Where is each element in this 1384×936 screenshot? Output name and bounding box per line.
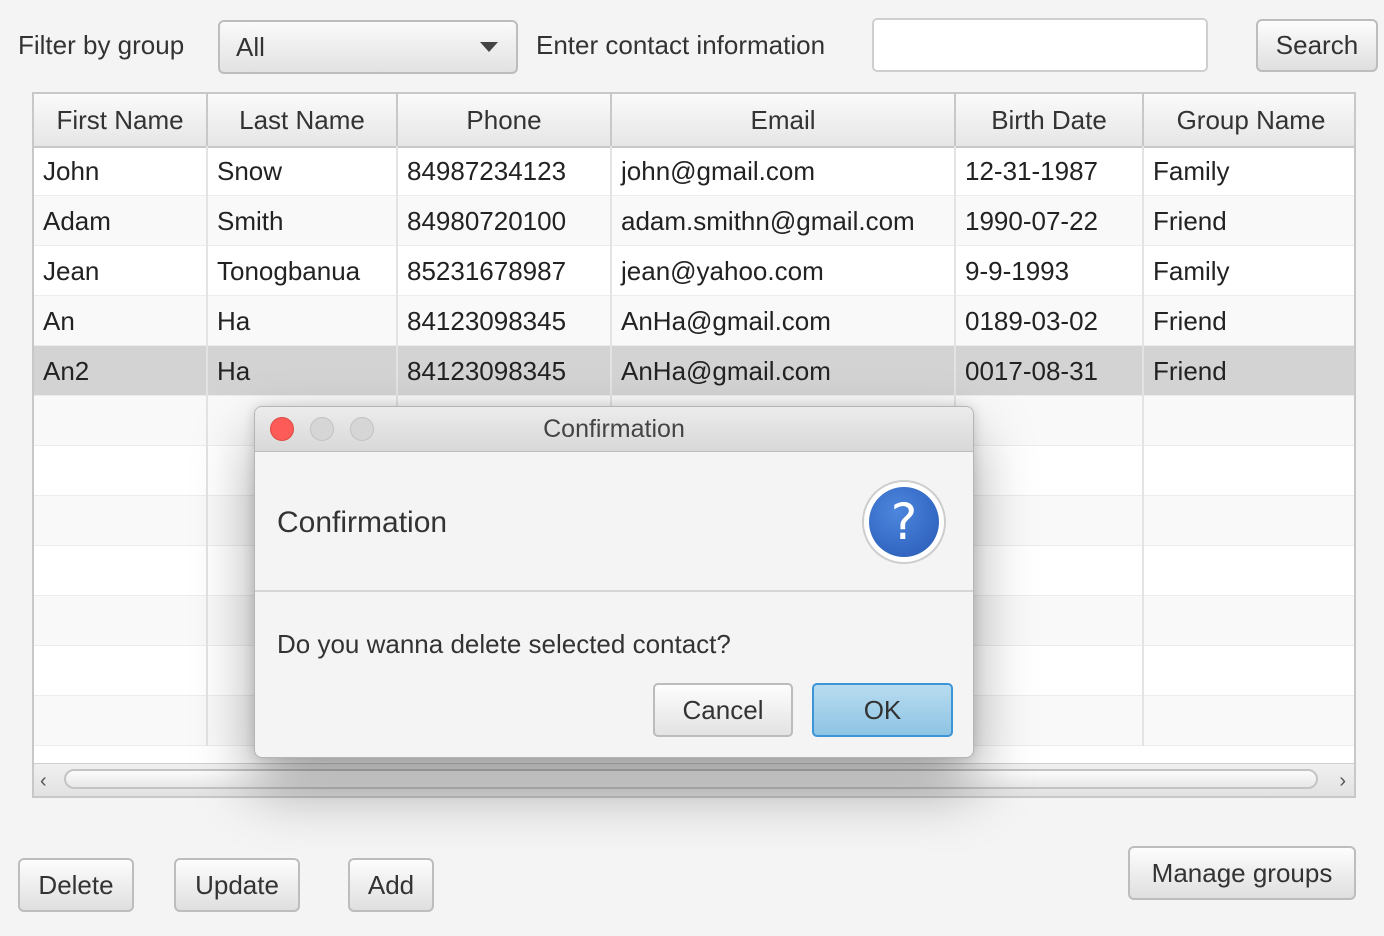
- dialog-header: Confirmation ?: [255, 452, 973, 592]
- chevron-down-icon: [480, 42, 498, 52]
- contact-search-input[interactable]: [872, 18, 1208, 72]
- filter-by-group-label: Filter by group: [18, 30, 185, 60]
- cell-email: AnHa@gmail.com: [612, 296, 956, 346]
- cell-group-name: Friend: [1153, 305, 1227, 336]
- scroll-right-icon[interactable]: ›: [1339, 770, 1346, 793]
- dialog-titlebar[interactable]: Confirmation: [255, 407, 973, 452]
- cell-first-name: Jean: [34, 246, 208, 296]
- cell-email: adam.smithn@gmail.com: [612, 196, 956, 246]
- scroll-left-icon[interactable]: ‹: [40, 770, 47, 793]
- cell-first-name: John: [34, 146, 208, 196]
- cancel-button[interactable]: Cancel: [653, 683, 793, 737]
- cell-birth-date: 0017-08-31: [956, 346, 1144, 396]
- dialog-header-text: Confirmation: [277, 506, 448, 539]
- cell-phone: 84123098345: [398, 346, 612, 396]
- cell-group-name: Family: [1153, 155, 1230, 186]
- cell-group-name: Family: [1153, 255, 1230, 286]
- cell-phone: 84123098345: [398, 296, 612, 346]
- cell-phone: 84980720100: [398, 196, 612, 246]
- search-button[interactable]: Search: [1256, 19, 1378, 72]
- cell-last-name: Ha: [208, 296, 398, 346]
- table-row[interactable]: Adam Smith 84980720100 adam.smithn@gmail…: [34, 196, 1354, 246]
- manage-groups-button[interactable]: Manage groups: [1128, 846, 1356, 900]
- contact-info-label: Enter contact information: [536, 30, 826, 60]
- cell-group-name: Friend: [1153, 205, 1227, 236]
- cell-last-name: Tonogbanua: [208, 246, 398, 296]
- cell-email: jean@yahoo.com: [612, 246, 956, 296]
- column-header-first-name[interactable]: First Name: [34, 94, 208, 146]
- table-row[interactable]: John Snow 84987234123 john@gmail.com 12-…: [34, 146, 1354, 196]
- dialog-message: Do you wanna delete selected contact?: [277, 629, 731, 659]
- ok-button[interactable]: OK: [812, 683, 953, 737]
- cell-birth-date: 12-31-1987: [956, 146, 1144, 196]
- cell-last-name: Ha: [208, 346, 398, 396]
- table-row-selected[interactable]: An2 Ha 84123098345 AnHa@gmail.com 0017-0…: [34, 346, 1354, 396]
- delete-button[interactable]: Delete: [18, 858, 134, 912]
- confirmation-dialog: Confirmation Confirmation ? Do you wanna…: [254, 406, 974, 758]
- column-header-phone[interactable]: Phone: [398, 94, 612, 146]
- cell-last-name: Smith: [208, 196, 398, 246]
- table-row[interactable]: Jean Tonogbanua 85231678987 jean@yahoo.c…: [34, 246, 1354, 296]
- column-header-last-name[interactable]: Last Name: [208, 94, 398, 146]
- cell-last-name: Snow: [208, 146, 398, 196]
- column-header-birth-date[interactable]: Birth Date: [956, 94, 1144, 146]
- cell-group-name: Friend: [1153, 355, 1227, 386]
- horizontal-scrollbar[interactable]: ‹ ›: [34, 763, 1354, 796]
- update-button[interactable]: Update: [174, 858, 300, 912]
- cell-phone: 84987234123: [398, 146, 612, 196]
- table-row[interactable]: An Ha 84123098345 AnHa@gmail.com 0189-03…: [34, 296, 1354, 346]
- dialog-window-title: Confirmation: [543, 415, 685, 443]
- cell-phone: 85231678987: [398, 246, 612, 296]
- cell-email: john@gmail.com: [612, 146, 956, 196]
- cell-email: AnHa@gmail.com: [612, 346, 956, 396]
- group-filter-value: All: [236, 32, 265, 62]
- column-header-email[interactable]: Email: [612, 94, 956, 146]
- add-button[interactable]: Add: [348, 858, 434, 912]
- cell-birth-date: 9-9-1993: [956, 246, 1144, 296]
- column-header-group-name[interactable]: Group Name: [1144, 94, 1354, 146]
- cell-first-name: An: [34, 296, 208, 346]
- cell-birth-date: 0189-03-02: [956, 296, 1144, 346]
- cell-first-name: An2: [34, 346, 208, 396]
- group-filter-dropdown[interactable]: All: [218, 20, 518, 74]
- cell-first-name: Adam: [34, 196, 208, 246]
- scrollbar-thumb[interactable]: [64, 769, 1318, 789]
- question-icon: ?: [862, 480, 946, 564]
- cell-birth-date: 1990-07-22: [956, 196, 1144, 246]
- table-header: First Name Last Name Phone Email Birth D…: [34, 94, 1354, 148]
